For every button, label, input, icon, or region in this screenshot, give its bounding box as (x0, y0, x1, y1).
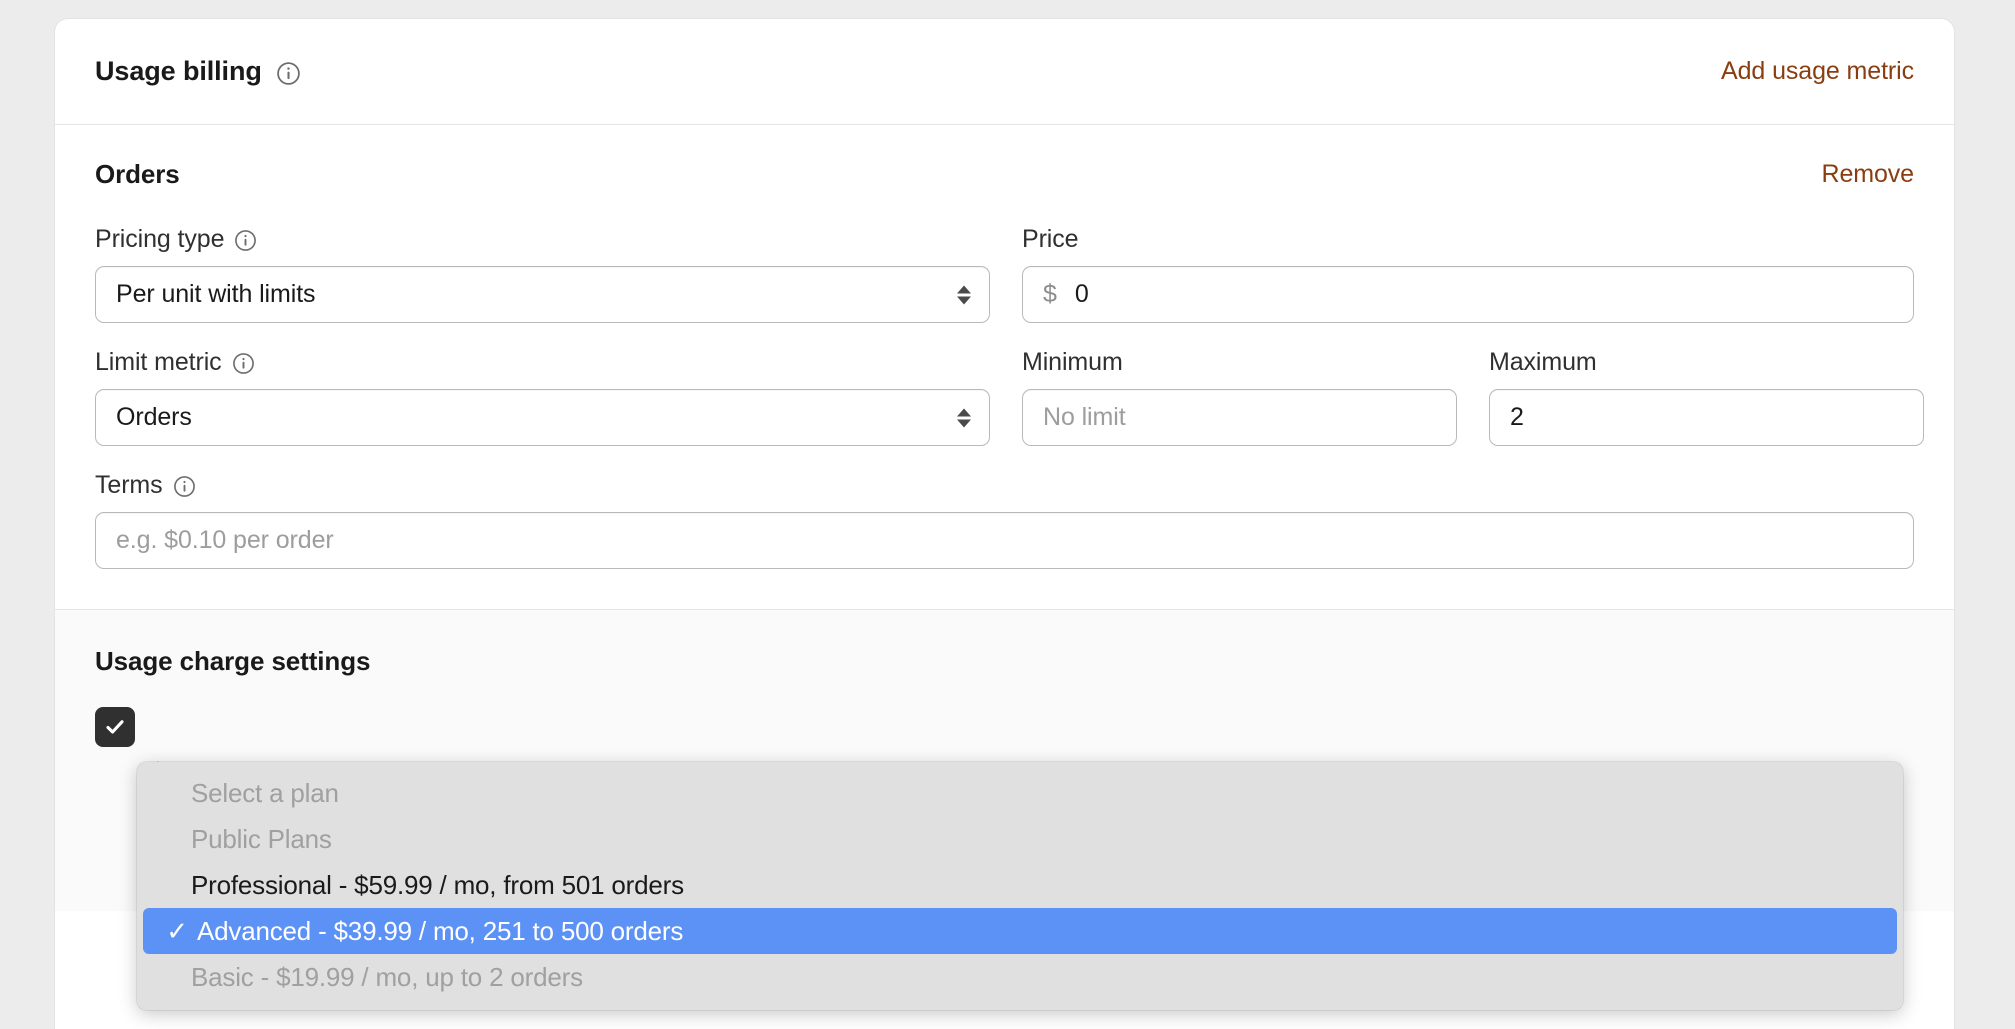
price-label: Price (1022, 225, 1078, 254)
card-header: Usage billing Add usage metric (55, 19, 1954, 125)
dropdown-option[interactable]: Professional - $59.99 / mo, from 501 ord… (137, 862, 1903, 908)
dropdown-option: Basic - $19.99 / mo, up to 2 orders (137, 954, 1903, 1000)
dropdown-option-label: Public Plans (191, 824, 332, 855)
maximum-field: Maximum 2 (1489, 347, 1924, 446)
field-row-limits: Limit metric Orders (95, 347, 1914, 446)
price-value: 0 (1075, 280, 1089, 309)
pricing-type-label-row: Pricing type (95, 224, 990, 255)
terms-label-row: Terms (95, 470, 1914, 501)
dropdown-option-label: Advanced - $39.99 / mo, 251 to 500 order… (197, 916, 683, 947)
minimum-label-row: Minimum (1022, 347, 1457, 378)
limit-metric-field: Limit metric Orders (95, 347, 990, 446)
dropdown-option: Select a plan (137, 770, 1903, 816)
select-stepper-icon (957, 285, 971, 304)
usage-charge-checkbox[interactable] (95, 707, 135, 747)
metric-title: Orders (95, 159, 180, 190)
price-input[interactable]: $ 0 (1022, 266, 1914, 323)
terms-input[interactable]: e.g. $0.10 per order (95, 512, 1914, 569)
maximum-label: Maximum (1489, 348, 1597, 377)
remove-metric-button[interactable]: Remove (1822, 160, 1915, 189)
field-row-pricing: Pricing type Per unit with limits (95, 224, 1914, 323)
minimum-placeholder: No limit (1043, 403, 1126, 432)
info-icon[interactable] (173, 475, 196, 498)
price-col: Price $ 0 (1022, 224, 1914, 323)
maximum-value: 2 (1510, 403, 1524, 432)
terms-field: Terms e.g. $0.10 per order (95, 470, 1914, 569)
select-stepper-icon (957, 408, 971, 427)
checkmark-icon (103, 715, 127, 739)
metric-title-row: Orders Remove (95, 159, 1914, 190)
pricing-type-label: Pricing type (95, 225, 224, 254)
checkmark-icon: ✓ (157, 918, 197, 944)
pricing-type-value: Per unit with limits (116, 280, 315, 309)
dropdown-group-label: Public Plans (137, 816, 1903, 862)
field-row-terms: Terms e.g. $0.10 per order (95, 470, 1914, 569)
usage-metric-block: Orders Remove Pricing type (55, 125, 1954, 610)
limit-metric-label-row: Limit metric (95, 347, 990, 378)
price-field: Price $ 0 (1022, 224, 1914, 323)
page-root: Usage billing Add usage metric Orders Re… (0, 0, 2015, 1029)
price-label-row: Price (1022, 224, 1914, 255)
minimum-field: Minimum No limit (1022, 347, 1457, 446)
limit-metric-select[interactable]: Orders (95, 389, 990, 446)
terms-label: Terms (95, 471, 163, 500)
minmax-col: Minimum No limit Maximum 2 (1022, 347, 1924, 446)
maximum-label-row: Maximum (1489, 347, 1924, 378)
maximum-input[interactable]: 2 (1489, 389, 1924, 446)
pricing-type-field: Pricing type Per unit with limits (95, 224, 990, 323)
info-icon[interactable] (232, 352, 255, 375)
pricing-type-select[interactable]: Per unit with limits (95, 266, 990, 323)
minimum-label: Minimum (1022, 348, 1123, 377)
terms-placeholder: e.g. $0.10 per order (116, 526, 334, 555)
info-icon[interactable] (234, 229, 257, 252)
currency-prefix: $ (1043, 280, 1057, 309)
usage-charge-settings-title: Usage charge settings (95, 646, 1914, 677)
add-usage-metric-button[interactable]: Add usage metric (1721, 57, 1914, 86)
dropdown-option-label: Select a plan (191, 778, 339, 809)
info-icon[interactable] (276, 61, 301, 86)
dropdown-option-label: Professional - $59.99 / mo, from 501 ord… (191, 870, 684, 901)
limit-metric-value: Orders (116, 403, 192, 432)
plan-select-dropdown[interactable]: Select a plan Public Plans Professional … (137, 762, 1903, 1010)
limit-metric-label: Limit metric (95, 348, 222, 377)
dropdown-option-label: Basic - $19.99 / mo, up to 2 orders (191, 962, 583, 993)
page-title: Usage billing (95, 56, 262, 87)
dropdown-option-selected[interactable]: ✓ Advanced - $39.99 / mo, 251 to 500 ord… (143, 908, 1897, 954)
minimum-input[interactable]: No limit (1022, 389, 1457, 446)
